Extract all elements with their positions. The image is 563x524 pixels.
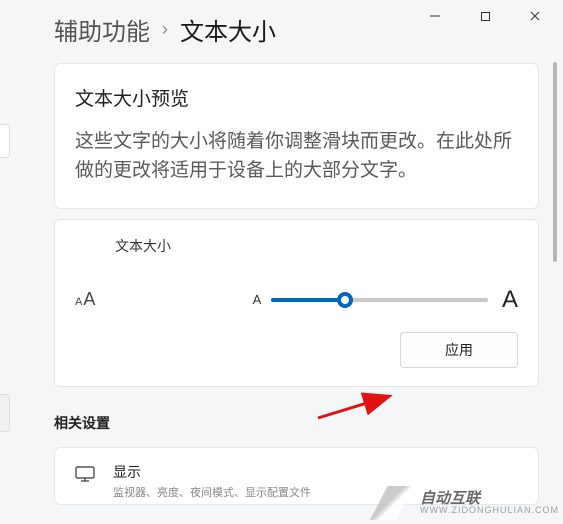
related-display-sub: 监视器、亮度、夜间模式、显示配置文件 <box>113 484 311 500</box>
watermark-text: 自动互联 <box>420 491 559 506</box>
left-panel-stub-2 <box>0 394 10 432</box>
window-controls <box>407 0 563 32</box>
scrollbar[interactable] <box>553 62 557 262</box>
slider-thumb[interactable] <box>337 292 353 308</box>
text-size-icon: AA <box>75 289 103 310</box>
minimize-button[interactable] <box>421 6 449 26</box>
text-size-slider[interactable] <box>271 291 488 309</box>
monitor-icon <box>75 466 95 487</box>
left-panel-stub <box>0 124 10 158</box>
related-settings-heading: 相关设置 <box>54 413 539 433</box>
maximize-button[interactable] <box>471 6 499 26</box>
text-size-label: 文本大小 <box>115 236 171 256</box>
slider-max-marker: A <box>502 286 518 314</box>
watermark-logo-icon <box>370 486 414 520</box>
slider-fill <box>271 298 345 302</box>
apply-button[interactable]: 应用 <box>400 332 518 368</box>
preview-body: 这些文字的大小将随着你调整滑块而更改。在此处所做的更改将适用于设备上的大部分文字… <box>75 127 518 186</box>
breadcrumb-separator: › <box>162 19 168 40</box>
preview-title: 文本大小预览 <box>75 84 518 111</box>
preview-card: 文本大小预览 这些文字的大小将随着你调整滑块而更改。在此处所做的更改将适用于设备… <box>54 63 539 209</box>
breadcrumb-parent[interactable]: 辅助功能 <box>54 12 150 47</box>
text-size-card: 文本大小 AA A A 应用 <box>54 219 539 387</box>
watermark: 自动互联 WWW.ZIDONGHULIAN.COM <box>370 486 559 520</box>
watermark-url: WWW.ZIDONGHULIAN.COM <box>420 506 559 515</box>
close-button[interactable] <box>521 6 549 26</box>
slider-min-marker: A <box>253 292 262 307</box>
related-display-title: 显示 <box>113 462 311 482</box>
breadcrumb-current: 文本大小 <box>180 12 276 47</box>
